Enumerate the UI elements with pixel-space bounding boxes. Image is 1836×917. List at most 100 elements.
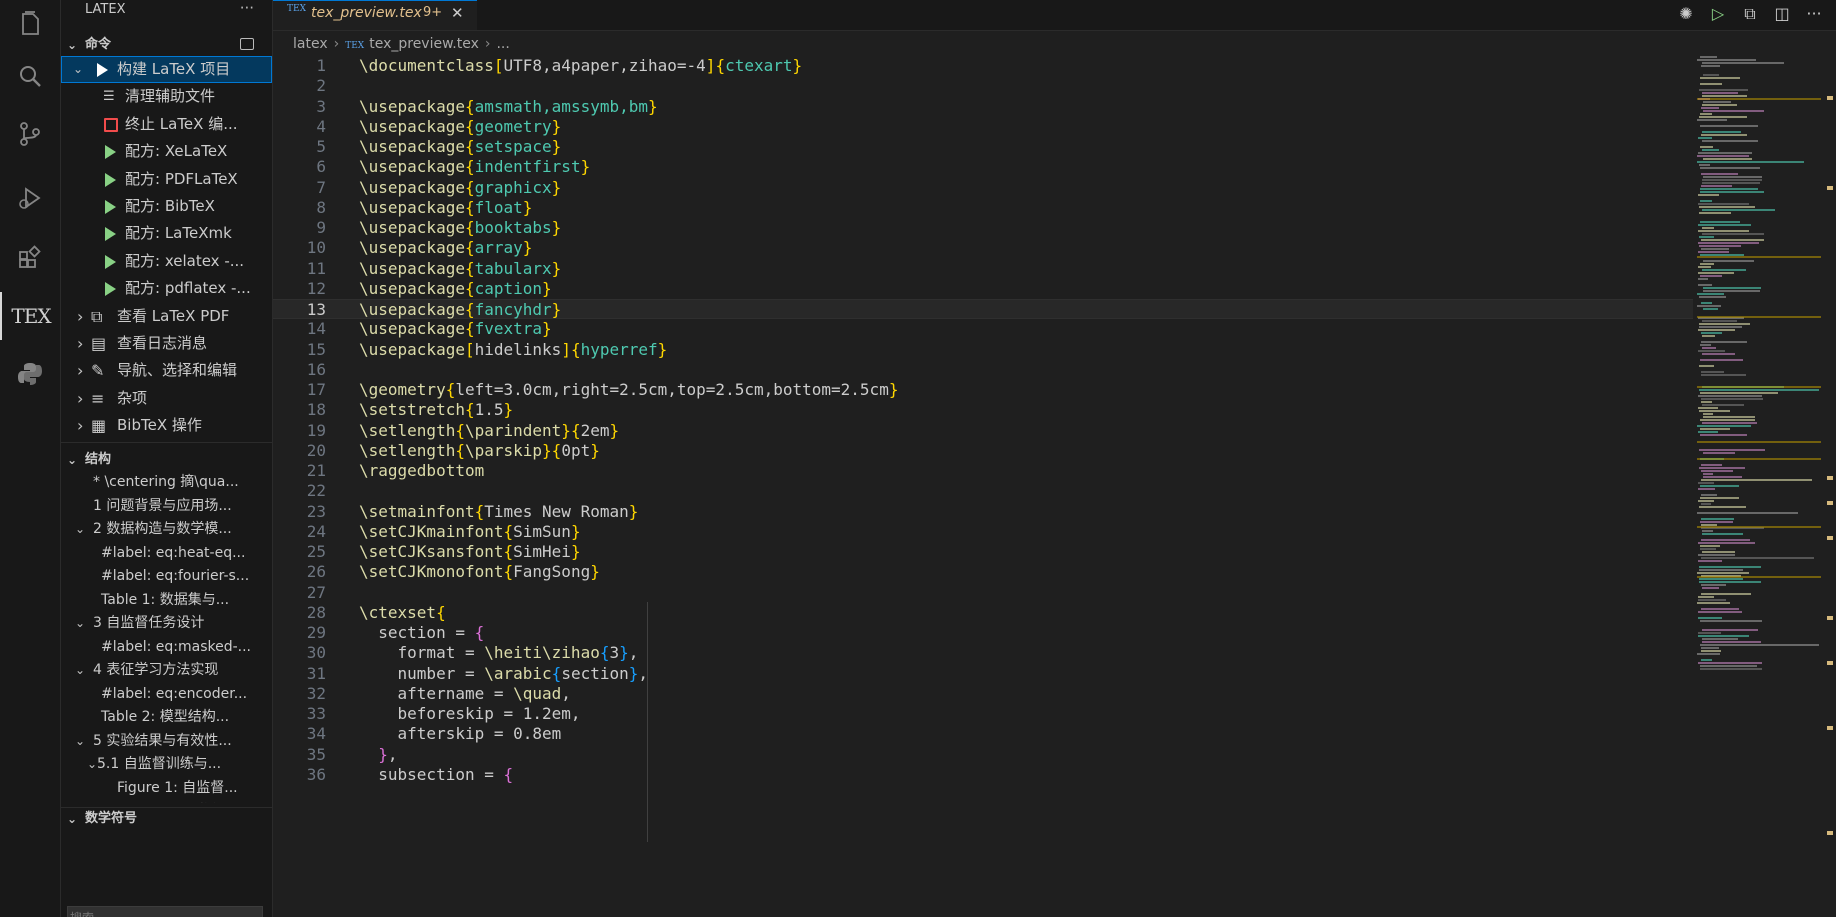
math-search-input[interactable] <box>67 906 263 917</box>
tex-icon[interactable]: TEX <box>0 292 60 340</box>
code-line[interactable]: 5 \usepackage{setspace} <box>273 137 1693 157</box>
code-line[interactable]: 9 \usepackage{booktabs} <box>273 218 1693 238</box>
tab-tex-preview[interactable]: TEX tex_preview.tex 9+ ✕ <box>273 0 477 30</box>
token: FangSong <box>513 562 591 582</box>
code-line[interactable]: 35 }, <box>273 745 1693 765</box>
minimap-line <box>1700 359 1743 361</box>
line-number: 13 <box>306 300 326 319</box>
code-line[interactable]: 23 \setmainfont{Times New Roman} <box>273 502 1693 522</box>
outline-item[interactable]: ⌄ 5.1 自监督训练与... <box>61 753 272 777</box>
minimap-highlight <box>1697 441 1821 443</box>
code-line[interactable]: 8 \usepackage{float} <box>273 198 1693 218</box>
code-line[interactable]: 26 \setCJKmonofont{FangSong} <box>273 562 1693 582</box>
play-icon <box>105 227 116 242</box>
command-item[interactable]: ☰ 清理辅助文件 <box>61 83 272 110</box>
code-line[interactable]: 34 afterskip = 0.8em <box>273 724 1693 744</box>
commands-section-header[interactable]: ⌄ 命令 <box>61 34 272 56</box>
outline-item[interactable]: Table 2: 模型结构... <box>61 706 272 730</box>
more-actions-icon[interactable]: ··· <box>240 0 254 18</box>
breadcrumb-symbol[interactable]: ... <box>496 36 509 52</box>
extensions-icon[interactable] <box>0 234 60 282</box>
code-line[interactable]: 4 \usepackage{geometry} <box>273 117 1693 137</box>
source-control-icon[interactable] <box>0 110 60 158</box>
more-actions-icon[interactable]: ··· <box>1804 4 1824 24</box>
math-symbols-section-header[interactable]: ⌄ 数学符号 <box>61 807 272 830</box>
code-line[interactable]: 12 \usepackage{caption} <box>273 279 1693 299</box>
command-groups-list: › ⧉ 查看 LaTeX PDF › ▤ 查看日志消息 › ✎ 导航、选择和编辑 › ≡ 杂项 › ▦ Bi… <box>61 303 272 440</box>
command-item[interactable]: 终止 LaTeX 编... <box>61 111 272 138</box>
outline-item[interactable]: ⌄ 3 自监督任务设计 <box>61 612 272 636</box>
collapse-all-icon[interactable] <box>240 38 254 50</box>
code-line[interactable]: 29 section = { <box>273 623 1693 643</box>
files-icon[interactable] <box>0 0 60 48</box>
vertical-scrollbar[interactable] <box>1823 56 1836 917</box>
code-line[interactable]: 20 \setlength{\parskip}{0pt} <box>273 441 1693 461</box>
code-line[interactable]: 10 \usepackage{array} <box>273 238 1693 258</box>
code-line[interactable]: 27 <box>273 583 1693 603</box>
code-editor[interactable]: 1 \documentclass[UTF8,a4paper,zihao=-4]{c… <box>273 56 1693 917</box>
code-line[interactable]: 6 \usepackage{indentfirst} <box>273 157 1693 177</box>
openai-icon[interactable]: ✺ <box>1676 4 1696 24</box>
outline-item[interactable]: Table 1: 数据集与... <box>61 589 272 613</box>
code-line[interactable]: 28 \ctexset{ <box>273 603 1693 623</box>
code-line[interactable]: 1 \documentclass[UTF8,a4paper,zihao=-4]{c… <box>273 56 1693 76</box>
python-icon[interactable] <box>0 350 60 398</box>
code-line[interactable]: 17 \geometry{left=3.0cm,right=2.5cm,top=2… <box>273 380 1693 400</box>
command-item[interactable]: 配方: XeLaTeX <box>61 138 272 165</box>
token: { <box>551 663 562 683</box>
run-icon[interactable]: ▷ <box>1708 4 1728 24</box>
line-source: \usepackage{graphicx} <box>359 178 561 198</box>
structure-section-header[interactable]: ⌄ 结构 <box>61 449 272 471</box>
close-tab-icon[interactable]: ✕ <box>451 4 464 22</box>
outline-item[interactable]: #label: eq:fourier-s... <box>61 565 272 589</box>
outline-item[interactable]: * \centering 摘\qua... <box>61 471 272 495</box>
run-debug-icon[interactable] <box>0 174 60 222</box>
code-line[interactable]: 36 subsection = { <box>273 765 1693 785</box>
outline-item[interactable]: 1 问题背景与应用场... <box>61 495 272 519</box>
code-line[interactable]: 11 \usepackage{tabularx} <box>273 259 1693 279</box>
code-line[interactable]: 19 \setlength{\parindent}{2em} <box>273 421 1693 441</box>
code-line[interactable]: 22 <box>273 481 1693 501</box>
command-item[interactable]: 配方: PDFLaTeX <box>61 166 272 193</box>
code-line[interactable]: 18 \setstretch{1.5} <box>273 400 1693 420</box>
command-item[interactable]: 配方: LaTeXmk <box>61 220 272 247</box>
command-group-item[interactable]: › ⧉ 查看 LaTeX PDF <box>61 303 272 330</box>
command-item[interactable]: ⌄ 构建 LaTeX 项目 <box>61 56 272 84</box>
code-line[interactable]: 21 \raggedbottom <box>273 461 1693 481</box>
split-editor-icon[interactable]: ◫ <box>1772 4 1792 24</box>
command-item[interactable]: 配方: BibTeX <box>61 193 272 220</box>
outline-item[interactable]: #label: eq:masked-... <box>61 636 272 660</box>
code-line[interactable]: 31 number = \arabic{section}, <box>273 664 1693 684</box>
outline-item[interactable]: #label: eq:encoder... <box>61 683 272 707</box>
outline-item[interactable]: Figure 2: 下游任... <box>61 800 272 803</box>
breadcrumb-file[interactable]: tex_preview.tex <box>369 36 479 52</box>
code-line[interactable]: 32 aftername = \quad, <box>273 684 1693 704</box>
outline-item[interactable]: ⌄ 5 实验结果与有效性... <box>61 730 272 754</box>
code-line[interactable]: 33 beforeskip = 1.2em, <box>273 704 1693 724</box>
command-group-item[interactable]: › ▦ BibTeX 操作 <box>61 412 272 439</box>
code-line[interactable]: 15 \usepackage[hidelinks]{hyperref} <box>273 340 1693 360</box>
outline-item[interactable]: ⌄ 4 表征学习方法实现 <box>61 659 272 683</box>
code-line[interactable]: 3 \usepackage{amsmath,amssymb,bm} <box>273 97 1693 117</box>
search-icon[interactable] <box>0 52 60 100</box>
outline-item[interactable]: ⌄ 2 数据构造与数学模... <box>61 518 272 542</box>
breadcrumb-folder[interactable]: latex <box>293 36 328 52</box>
command-item[interactable]: 配方: pdflatex -... <box>61 275 272 302</box>
code-line[interactable]: 7 \usepackage{graphicx} <box>273 178 1693 198</box>
command-item[interactable]: 配方: xelatex -... <box>61 248 272 275</box>
command-group-item[interactable]: › ▤ 查看日志消息 <box>61 330 272 357</box>
outline-item[interactable]: Figure 1: 自监督... <box>61 777 272 801</box>
code-line[interactable]: 16 <box>273 360 1693 380</box>
outline-item-label: #label: eq:masked-... <box>101 638 251 655</box>
code-line[interactable]: 14 \usepackage{fvextra} <box>273 319 1693 339</box>
outline-item[interactable]: #label: eq:heat-eq... <box>61 542 272 566</box>
command-group-item[interactable]: › ✎ 导航、选择和编辑 <box>61 357 272 384</box>
code-line[interactable]: 13 \usepackage{fancyhdr} <box>273 299 1693 320</box>
minimap[interactable] <box>1697 56 1821 917</box>
view-pdf-icon[interactable]: ⧉ <box>1740 4 1760 24</box>
code-line[interactable]: 25 \setCJKsansfont{SimHei} <box>273 542 1693 562</box>
code-line[interactable]: 2 <box>273 76 1693 96</box>
code-line[interactable]: 24 \setCJKmainfont{SimSun} <box>273 522 1693 542</box>
command-group-item[interactable]: › ≡ 杂项 <box>61 385 272 412</box>
code-line[interactable]: 30 format = \heiti\zihao{3}, <box>273 643 1693 663</box>
